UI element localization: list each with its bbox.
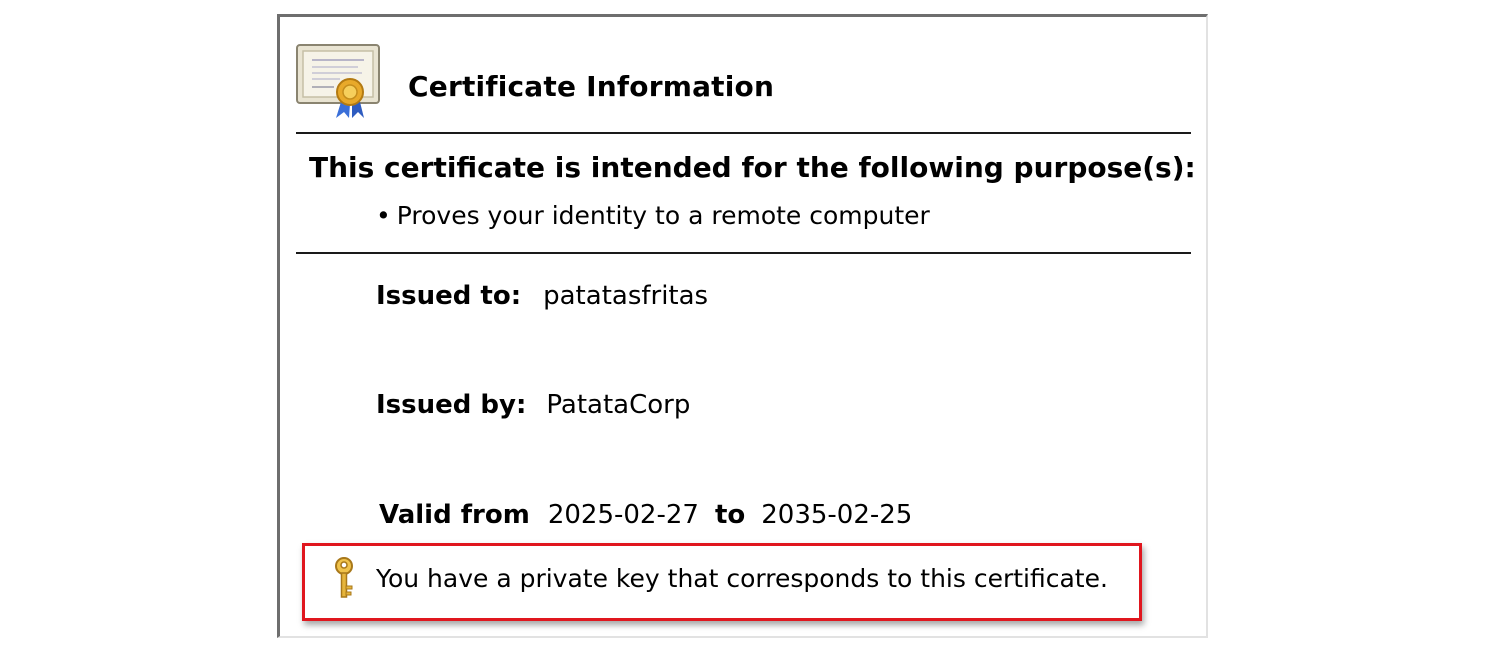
divider-bottom [296, 252, 1191, 254]
valid-to-value: 2035-02-25 [761, 500, 913, 530]
key-icon [335, 557, 353, 598]
issued-by-value: PatataCorp [546, 390, 691, 420]
issued-by-row: Issued by: PatataCorp [376, 390, 690, 420]
certificate-icon [296, 44, 380, 118]
issued-by-label: Issued by: [376, 390, 527, 420]
valid-to-label: to [714, 500, 746, 530]
private-key-message: You have a private key that corresponds … [376, 564, 1108, 593]
issued-to-row: Issued to: patatasfritas [376, 281, 708, 311]
purpose-heading: This certificate is intended for the fol… [309, 151, 1196, 184]
divider-top [296, 132, 1191, 134]
valid-from-value: 2025-02-27 [547, 500, 699, 530]
issued-to-value: patatasfritas [543, 281, 709, 311]
issued-to-label: Issued to: [376, 281, 522, 311]
valid-from-label: Valid from [379, 500, 530, 530]
bullet: • [376, 201, 391, 230]
purpose-text: Proves your identity to a remote compute… [396, 201, 930, 230]
dialog-title: Certificate Information [408, 70, 775, 103]
purpose-list-item: • Proves your identity to a remote comput… [376, 201, 930, 230]
validity-row: Valid from 2025-02-27 to 2035-02-25 [379, 500, 912, 530]
